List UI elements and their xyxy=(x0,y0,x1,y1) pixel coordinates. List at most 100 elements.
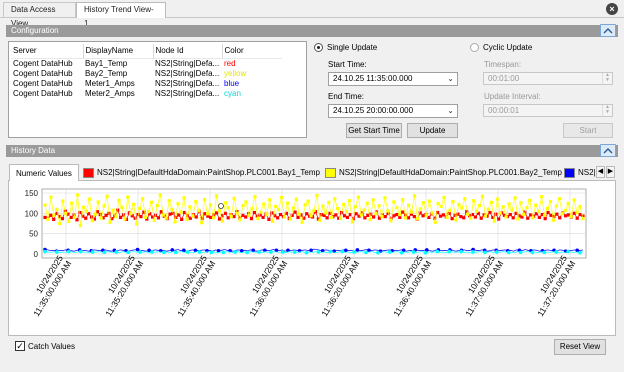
history-trend-chart[interactable]: 0 50 100 150 10/24/202511:35:00.000 AM 10/24/… xyxy=(9,181,615,335)
data-point xyxy=(173,250,178,255)
data-point xyxy=(354,212,358,216)
start-button[interactable]: Start xyxy=(563,123,613,138)
stepper-arrows-icon[interactable]: ▲ ▼ xyxy=(602,105,612,116)
data-point xyxy=(479,216,483,220)
plot-area xyxy=(41,188,587,259)
data-point xyxy=(383,214,387,219)
chevron-right-icon[interactable]: ▶ xyxy=(606,166,615,178)
data-point xyxy=(149,200,154,204)
y-tick-label: 150 xyxy=(25,189,39,198)
catch-values-checkbox[interactable]: ✓ xyxy=(15,341,25,351)
single-update-label[interactable]: Single Update xyxy=(327,43,377,52)
data-point xyxy=(575,248,580,253)
close-icon[interactable]: × xyxy=(606,3,618,15)
data-point xyxy=(473,215,477,219)
tab-data-access-view[interactable]: Data Access View xyxy=(3,2,76,28)
data-point xyxy=(305,212,309,216)
tab-series-bay2-temp[interactable]: NS2|String|DefaultHdaDomain:PaintShop.PL… xyxy=(325,166,562,180)
tab-series-meter1-amps[interactable]: NS2| xyxy=(564,166,598,180)
data-point xyxy=(340,249,345,254)
table-row[interactable]: Cogent DataHub Bay1_Temp NS2|String|Defa… xyxy=(11,58,282,69)
single-update-radio[interactable] xyxy=(314,43,323,52)
tab-history-trend-view[interactable]: History Trend View-1 xyxy=(76,2,166,28)
chevron-down-icon[interactable]: ⌄ xyxy=(447,73,454,85)
data-point xyxy=(575,210,579,215)
data-point xyxy=(474,209,479,213)
tab-series-bay1-temp[interactable]: NS2|String|DefaultHdaDomain:PaintShop.PL… xyxy=(83,166,320,180)
data-point xyxy=(185,217,189,222)
data-point xyxy=(477,204,482,208)
get-start-time-button[interactable]: Get Start Time xyxy=(346,123,402,138)
data-point xyxy=(534,203,538,207)
update-interval-stepper[interactable]: 00:00:01 ▲ ▼ xyxy=(483,104,613,117)
data-point xyxy=(578,204,582,209)
data-point xyxy=(423,250,428,255)
chevron-down-icon[interactable]: ⌄ xyxy=(447,105,454,117)
data-point xyxy=(99,216,103,220)
column-header[interactable]: DisplayName xyxy=(83,44,154,59)
data-point xyxy=(537,210,541,214)
data-point xyxy=(424,213,428,217)
data-point xyxy=(359,213,363,217)
data-point xyxy=(137,206,142,211)
data-point xyxy=(229,214,233,219)
table-row[interactable]: Cogent DataHub Meter2_Amps NS2|String|De… xyxy=(11,89,282,99)
data-point xyxy=(374,212,378,216)
configuration-table[interactable]: Server DisplayName Node Id Color Cogent … xyxy=(8,41,307,138)
stepper-arrows-icon[interactable]: ▲ ▼ xyxy=(602,73,612,84)
data-point xyxy=(293,210,297,214)
catch-values-label[interactable]: Catch Values xyxy=(28,342,75,351)
data-point xyxy=(214,194,219,198)
data-point xyxy=(226,206,230,210)
cyclic-update-radio[interactable] xyxy=(470,43,479,52)
reset-view-button[interactable]: Reset View xyxy=(554,339,606,355)
data-point xyxy=(117,198,121,202)
chart-panel[interactable]: 0 50 100 150 10/24/2025 11:35:00.000 AM 10/24/… xyxy=(8,181,616,336)
data-point xyxy=(471,250,475,254)
data-point xyxy=(43,249,47,254)
data-point xyxy=(232,214,236,219)
data-point xyxy=(119,215,123,219)
table-row[interactable]: Cogent DataHub Meter1_Amps NS2|String|De… xyxy=(11,79,282,89)
cyclic-update-label[interactable]: Cyclic Update xyxy=(483,43,532,52)
update-button[interactable]: Update xyxy=(407,123,458,138)
column-header[interactable]: Server xyxy=(11,44,84,59)
data-point xyxy=(504,215,508,219)
data-point xyxy=(249,217,254,221)
data-point xyxy=(211,216,216,220)
data-point xyxy=(316,250,321,254)
data-point xyxy=(257,250,261,254)
collapse-icon[interactable] xyxy=(600,24,616,37)
data-point xyxy=(306,199,310,203)
data-point xyxy=(271,219,275,224)
data-point xyxy=(139,214,143,219)
collapse-icon[interactable] xyxy=(600,144,616,157)
data-point xyxy=(531,216,535,220)
data-point xyxy=(409,210,414,214)
column-header[interactable]: Node Id xyxy=(153,44,223,59)
end-time-picker[interactable]: 24.10.25 20:00:00.000 ⌄ xyxy=(328,104,458,118)
table-row[interactable]: Cogent DataHub Bay2_Temp NS2|String|Defa… xyxy=(11,69,282,79)
timespan-stepper[interactable]: 00:01:00 ▲ ▼ xyxy=(483,72,613,85)
data-point xyxy=(362,208,366,212)
data-point xyxy=(150,250,154,254)
data-point xyxy=(168,212,172,216)
data-point xyxy=(180,217,184,222)
data-point xyxy=(126,195,130,199)
data-point xyxy=(325,216,329,220)
column-header[interactable]: Color xyxy=(222,44,282,59)
start-time-picker[interactable]: 24.10.25 11:35:00.000 ⌄ xyxy=(328,72,458,86)
start-time-value: 24.10.25 11:35:00.000 xyxy=(333,74,413,83)
display-name-cell: Bay2_Temp xyxy=(85,68,128,78)
data-point xyxy=(60,217,65,221)
color-cell: yellow xyxy=(224,68,247,78)
chevron-left-icon[interactable]: ◀ xyxy=(596,166,605,178)
data-point xyxy=(483,214,488,218)
data-point xyxy=(176,201,180,206)
data-point xyxy=(111,208,115,212)
data-point xyxy=(525,206,529,210)
data-point xyxy=(247,213,251,217)
data-point xyxy=(72,215,77,219)
data-point xyxy=(129,212,133,216)
tab-numeric-values[interactable]: Numeric Values xyxy=(9,164,79,181)
